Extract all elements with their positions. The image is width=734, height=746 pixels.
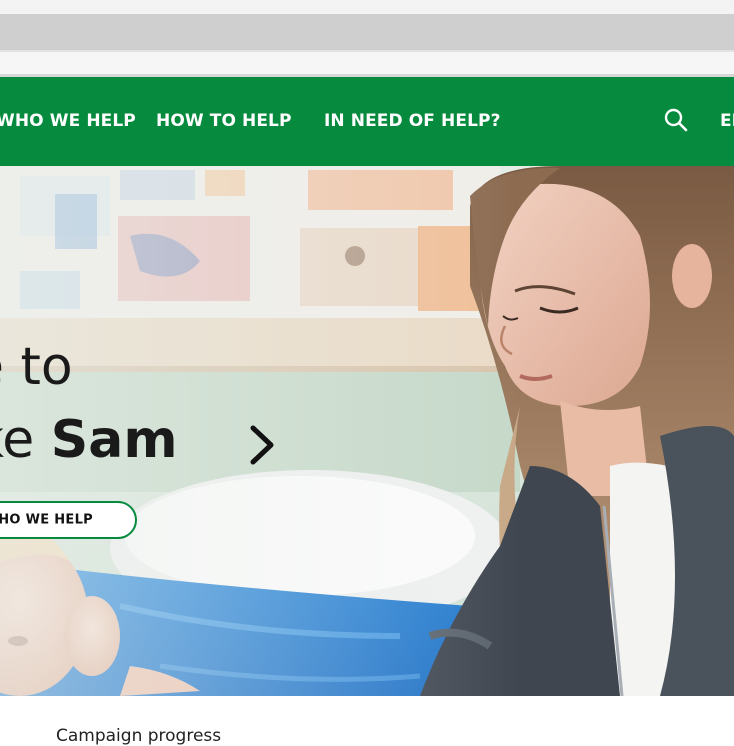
nav-item-how-to-help[interactable]: HOW TO HELP <box>156 111 292 131</box>
hero-headline-name: Sam <box>50 410 178 470</box>
browser-tab-strip <box>0 52 734 77</box>
hero-headline-line1: e to <box>0 337 73 397</box>
browser-top-edge <box>0 0 734 14</box>
chevron-right-icon[interactable] <box>247 422 277 468</box>
browser-address-bar[interactable] <box>0 14 734 52</box>
who-we-help-button[interactable]: WHO WE HELP <box>0 501 137 539</box>
hero-banner: e to ke Sam WHO WE HELP <box>0 166 734 696</box>
nav-item-who-we-help[interactable]: WHO WE HELP <box>0 111 136 131</box>
search-icon[interactable] <box>663 107 689 133</box>
hero-headline-line2: ke Sam <box>0 414 178 466</box>
who-we-help-button-label: WHO WE HELP <box>0 512 93 528</box>
main-navigation: WHO WE HELP HOW TO HELP IN NEED OF HELP?… <box>0 77 734 166</box>
nav-item-in-need-of-help[interactable]: IN NEED OF HELP? <box>324 111 501 131</box>
language-switch[interactable]: EN <box>720 111 734 131</box>
campaign-progress-heading: Campaign progress <box>56 726 222 746</box>
content-below-hero: Campaign progress <box>0 696 734 746</box>
hero-headline-prefix: ke <box>0 410 35 470</box>
